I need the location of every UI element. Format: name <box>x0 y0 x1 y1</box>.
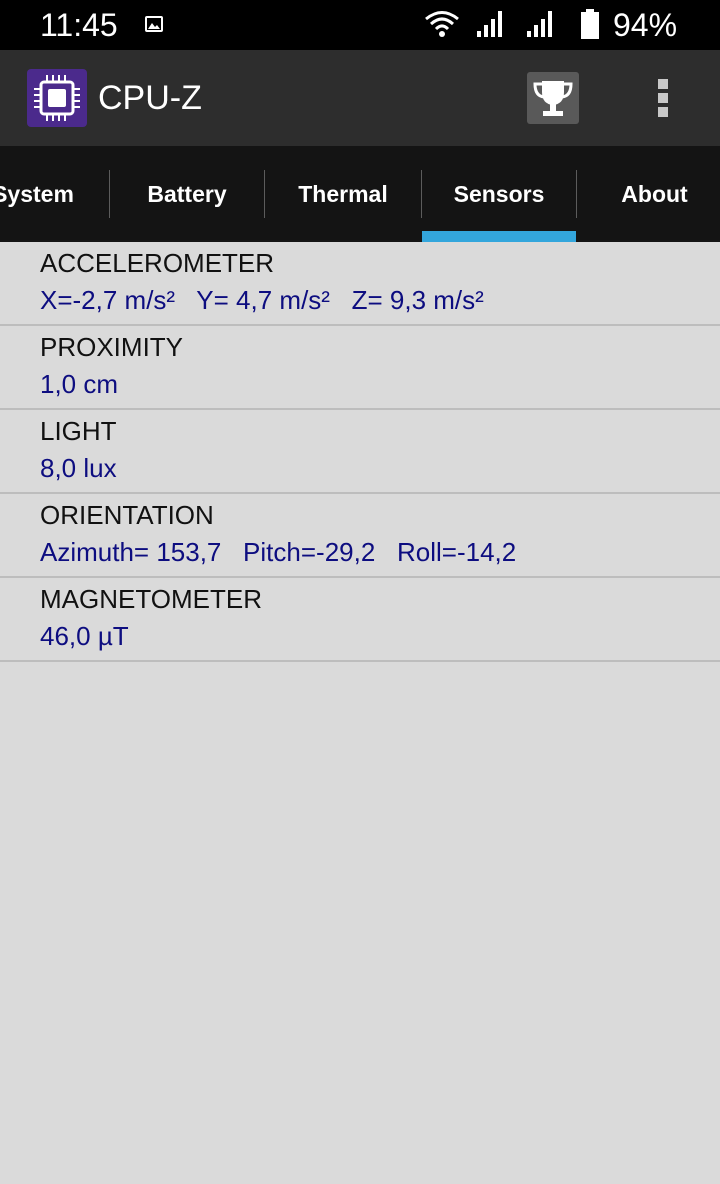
sensor-row-light: LIGHT 8,0 lux <box>0 410 720 494</box>
trophy-icon[interactable] <box>527 72 579 124</box>
sensor-label: PROXIMITY <box>40 332 184 362</box>
status-bar: 11:45 94% <box>0 0 720 50</box>
app-bar: CPU-Z <box>0 50 720 146</box>
sensor-row-accelerometer: ACCELEROMETER X=-2,7 m/s² Y= 4,7 m/s² Z=… <box>0 242 720 326</box>
sensor-value: X=-2,7 m/s² Y= 4,7 m/s² Z= 9,3 m/s² <box>40 285 484 315</box>
sensor-label: ORIENTATION <box>40 500 214 530</box>
status-time: 11:45 <box>40 7 118 43</box>
sensor-value: 46,0 µT <box>40 621 129 651</box>
app-title: CPU-Z <box>98 79 202 117</box>
gallery-icon <box>145 16 163 32</box>
wifi-icon <box>424 10 460 43</box>
tab-sensors[interactable]: Sensors <box>422 146 576 242</box>
tab-thermal[interactable]: Thermal <box>265 146 421 242</box>
selected-tab-indicator <box>422 231 576 242</box>
tab-about[interactable]: About <box>577 146 720 242</box>
signal-icon <box>476 9 506 44</box>
sensor-row-magnetometer: MAGNETOMETER 46,0 µT <box>0 578 720 662</box>
overflow-menu-icon[interactable] <box>646 75 682 121</box>
sensor-list: ACCELEROMETER X=-2,7 m/s² Y= 4,7 m/s² Z=… <box>0 242 720 662</box>
sensor-row-proximity: PROXIMITY 1,0 cm <box>0 326 720 410</box>
sensor-label: LIGHT <box>40 416 117 446</box>
sensor-value: 1,0 cm <box>40 369 119 399</box>
cpu-logo-icon <box>27 69 87 127</box>
battery-icon <box>580 9 600 44</box>
signal-icon <box>526 9 556 44</box>
sensor-row-orientation: ORIENTATION Azimuth= 153,7 Pitch=-29,2 R… <box>0 494 720 578</box>
battery-percent: 94% <box>613 7 678 43</box>
tab-system[interactable]: System <box>0 146 109 242</box>
sensor-value: 8,0 lux <box>40 453 117 483</box>
sensor-value: Azimuth= 153,7 Pitch=-29,2 Roll=-14,2 <box>40 537 517 567</box>
tab-battery[interactable]: Battery <box>110 146 264 242</box>
sensor-label: ACCELEROMETER <box>40 248 275 278</box>
sensor-label: MAGNETOMETER <box>40 584 262 614</box>
tab-bar: System Battery Thermal Sensors About <box>0 146 720 242</box>
